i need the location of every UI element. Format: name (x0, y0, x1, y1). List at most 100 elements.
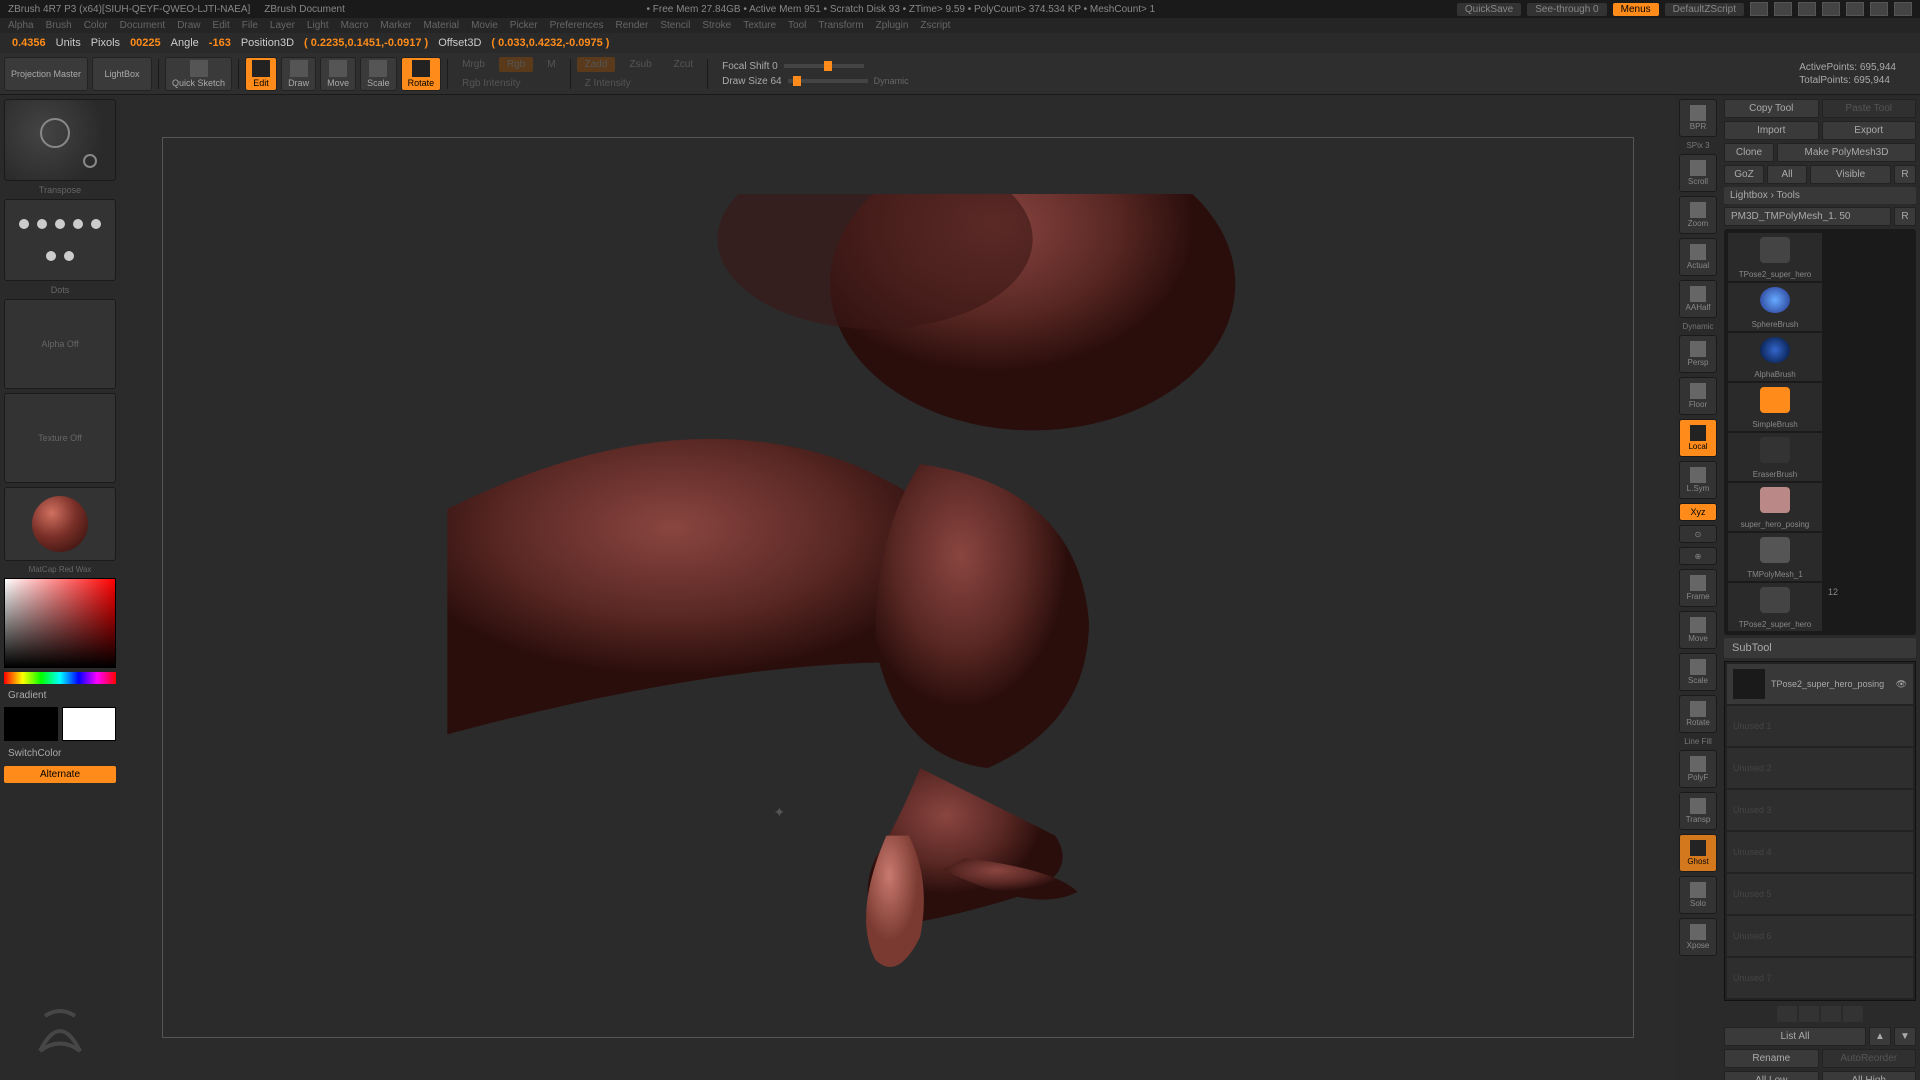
xpose-button[interactable]: Xpose (1679, 918, 1717, 956)
menu-light[interactable]: Light (307, 20, 329, 31)
actual-button[interactable]: Actual (1679, 238, 1717, 276)
switchcolor-button[interactable]: SwitchColor (4, 745, 116, 762)
all-low-button[interactable]: All Low (1724, 1071, 1819, 1080)
zoom-button[interactable]: Zoom (1679, 196, 1717, 234)
subtool-item[interactable]: Unused 5 (1727, 874, 1913, 914)
solo-button[interactable]: Solo (1679, 876, 1717, 914)
goz-visible-button[interactable]: Visible (1810, 165, 1891, 184)
menu-stroke[interactable]: Stroke (702, 20, 731, 31)
alpha-selector[interactable]: Alpha Off (4, 299, 116, 389)
subtool-up-icon[interactable] (1777, 1006, 1797, 1022)
menu-edit[interactable]: Edit (213, 20, 230, 31)
aahalf-button[interactable]: AAHalf (1679, 280, 1717, 318)
goz-button[interactable]: GoZ (1724, 165, 1764, 184)
spix-label[interactable]: SPix 3 (1686, 141, 1709, 150)
quicksketch-button[interactable]: Quick Sketch (165, 57, 232, 91)
nav-rotate-button[interactable]: Rotate (1679, 695, 1717, 733)
menu-texture[interactable]: Texture (743, 20, 776, 31)
menu-movie[interactable]: Movie (471, 20, 498, 31)
eye-icon[interactable]: 👁 (1896, 679, 1907, 690)
menu-brush[interactable]: Brush (46, 20, 72, 31)
hue-strip[interactable] (4, 672, 116, 684)
make-polymesh-button[interactable]: Make PolyMesh3D (1777, 143, 1916, 162)
transp-button[interactable]: Transp (1679, 792, 1717, 830)
window-layout-1-icon[interactable] (1750, 2, 1768, 16)
tool-item[interactable]: SimpleBrush (1728, 383, 1822, 431)
material-selector[interactable] (4, 487, 116, 561)
defaultzscript-button[interactable]: DefaultZScript (1665, 3, 1744, 16)
bpr-button[interactable]: BPR (1679, 99, 1717, 137)
viewport-canvas[interactable]: ✦ (120, 95, 1676, 1080)
menu-color[interactable]: Color (84, 20, 108, 31)
polyf-button[interactable]: PolyF (1679, 750, 1717, 788)
subtool-top-icon[interactable] (1821, 1006, 1841, 1022)
subtool-item[interactable]: Unused 2 (1727, 748, 1913, 788)
tool-item[interactable]: SphereBrush (1728, 283, 1822, 331)
menu-tool[interactable]: Tool (788, 20, 806, 31)
edit-button[interactable]: Edit (245, 57, 277, 91)
tool-item[interactable]: TPose2_super_hero (1728, 233, 1822, 281)
subtool-item[interactable]: Unused 4 (1727, 832, 1913, 872)
menu-file[interactable]: File (242, 20, 258, 31)
tool-item[interactable]: TMPolyMesh_1 (1728, 533, 1822, 581)
menu-alpha[interactable]: Alpha (8, 20, 34, 31)
mrgb-toggle[interactable]: Mrgb (454, 57, 493, 72)
tool-item[interactable]: TPose2_super_hero (1728, 583, 1822, 631)
m-toggle[interactable]: M (539, 57, 563, 72)
z-intensity-slider[interactable]: Z Intensity (577, 76, 701, 91)
list-all-button[interactable]: List All (1724, 1027, 1866, 1046)
projection-master-button[interactable]: Projection Master (4, 57, 88, 91)
window-maximize-icon[interactable] (1870, 2, 1888, 16)
all-high-button[interactable]: All High (1822, 1071, 1917, 1080)
paste-tool-button[interactable]: Paste Tool (1822, 99, 1917, 118)
menus-button[interactable]: Menus (1613, 3, 1659, 16)
goz-all-button[interactable]: All (1767, 165, 1807, 184)
menu-layer[interactable]: Layer (270, 20, 295, 31)
subtool-item[interactable]: Unused 7 (1727, 958, 1913, 998)
ghost-button[interactable]: Ghost (1679, 834, 1717, 872)
lsym-button[interactable]: L.Sym (1679, 461, 1717, 499)
menu-zplugin[interactable]: Zplugin (876, 20, 909, 31)
window-layout-4-icon[interactable] (1822, 2, 1840, 16)
rgb-toggle[interactable]: Rgb (499, 57, 533, 72)
rename-button[interactable]: Rename (1724, 1049, 1819, 1068)
move-button[interactable]: Move (320, 57, 356, 91)
lock-toggle[interactable]: ⊙ (1679, 525, 1717, 543)
menu-picker[interactable]: Picker (510, 20, 538, 31)
alternate-button[interactable]: Alternate (4, 766, 116, 783)
menu-preferences[interactable]: Preferences (550, 20, 604, 31)
window-minimize-icon[interactable] (1846, 2, 1864, 16)
floor-button[interactable]: Floor (1679, 377, 1717, 415)
subtool-item[interactable]: Unused 1 (1727, 706, 1913, 746)
window-close-icon[interactable] (1894, 2, 1912, 16)
rotate-button[interactable]: Rotate (401, 57, 442, 91)
menu-stencil[interactable]: Stencil (660, 20, 690, 31)
center-toggle[interactable]: ⊕ (1679, 547, 1717, 565)
persp-button[interactable]: Persp (1679, 335, 1717, 373)
autoreorder-button[interactable]: AutoReorder (1822, 1049, 1917, 1068)
swatch-secondary[interactable] (4, 707, 58, 741)
subtool-item[interactable]: Unused 6 (1727, 916, 1913, 956)
menu-marker[interactable]: Marker (380, 20, 411, 31)
draw-size-slider[interactable]: Draw Size 64 Dynamic (722, 76, 908, 87)
clone-button[interactable]: Clone (1724, 143, 1774, 162)
menu-zscript[interactable]: Zscript (920, 20, 950, 31)
window-layout-2-icon[interactable] (1774, 2, 1792, 16)
export-button[interactable]: Export (1822, 121, 1917, 140)
local-button[interactable]: Local (1679, 419, 1717, 457)
frame-button[interactable]: Frame (1679, 569, 1717, 607)
arrow-down-icon[interactable]: ▼ (1894, 1027, 1916, 1046)
quicksave-button[interactable]: QuickSave (1457, 3, 1521, 16)
menu-macro[interactable]: Macro (341, 20, 369, 31)
menu-draw[interactable]: Draw (177, 20, 200, 31)
draw-button[interactable]: Draw (281, 57, 316, 91)
subtool-header[interactable]: SubTool (1724, 638, 1916, 658)
menu-transform[interactable]: Transform (818, 20, 863, 31)
menu-render[interactable]: Render (616, 20, 649, 31)
current-tool-name[interactable]: PM3D_TMPolyMesh_1. 50 (1724, 207, 1891, 226)
menu-document[interactable]: Document (120, 20, 166, 31)
tool-item[interactable]: super_hero_posing (1728, 483, 1822, 531)
scale-button[interactable]: Scale (360, 57, 397, 91)
zadd-toggle[interactable]: Zadd (577, 57, 616, 72)
xyz-button[interactable]: Xyz (1679, 503, 1717, 521)
